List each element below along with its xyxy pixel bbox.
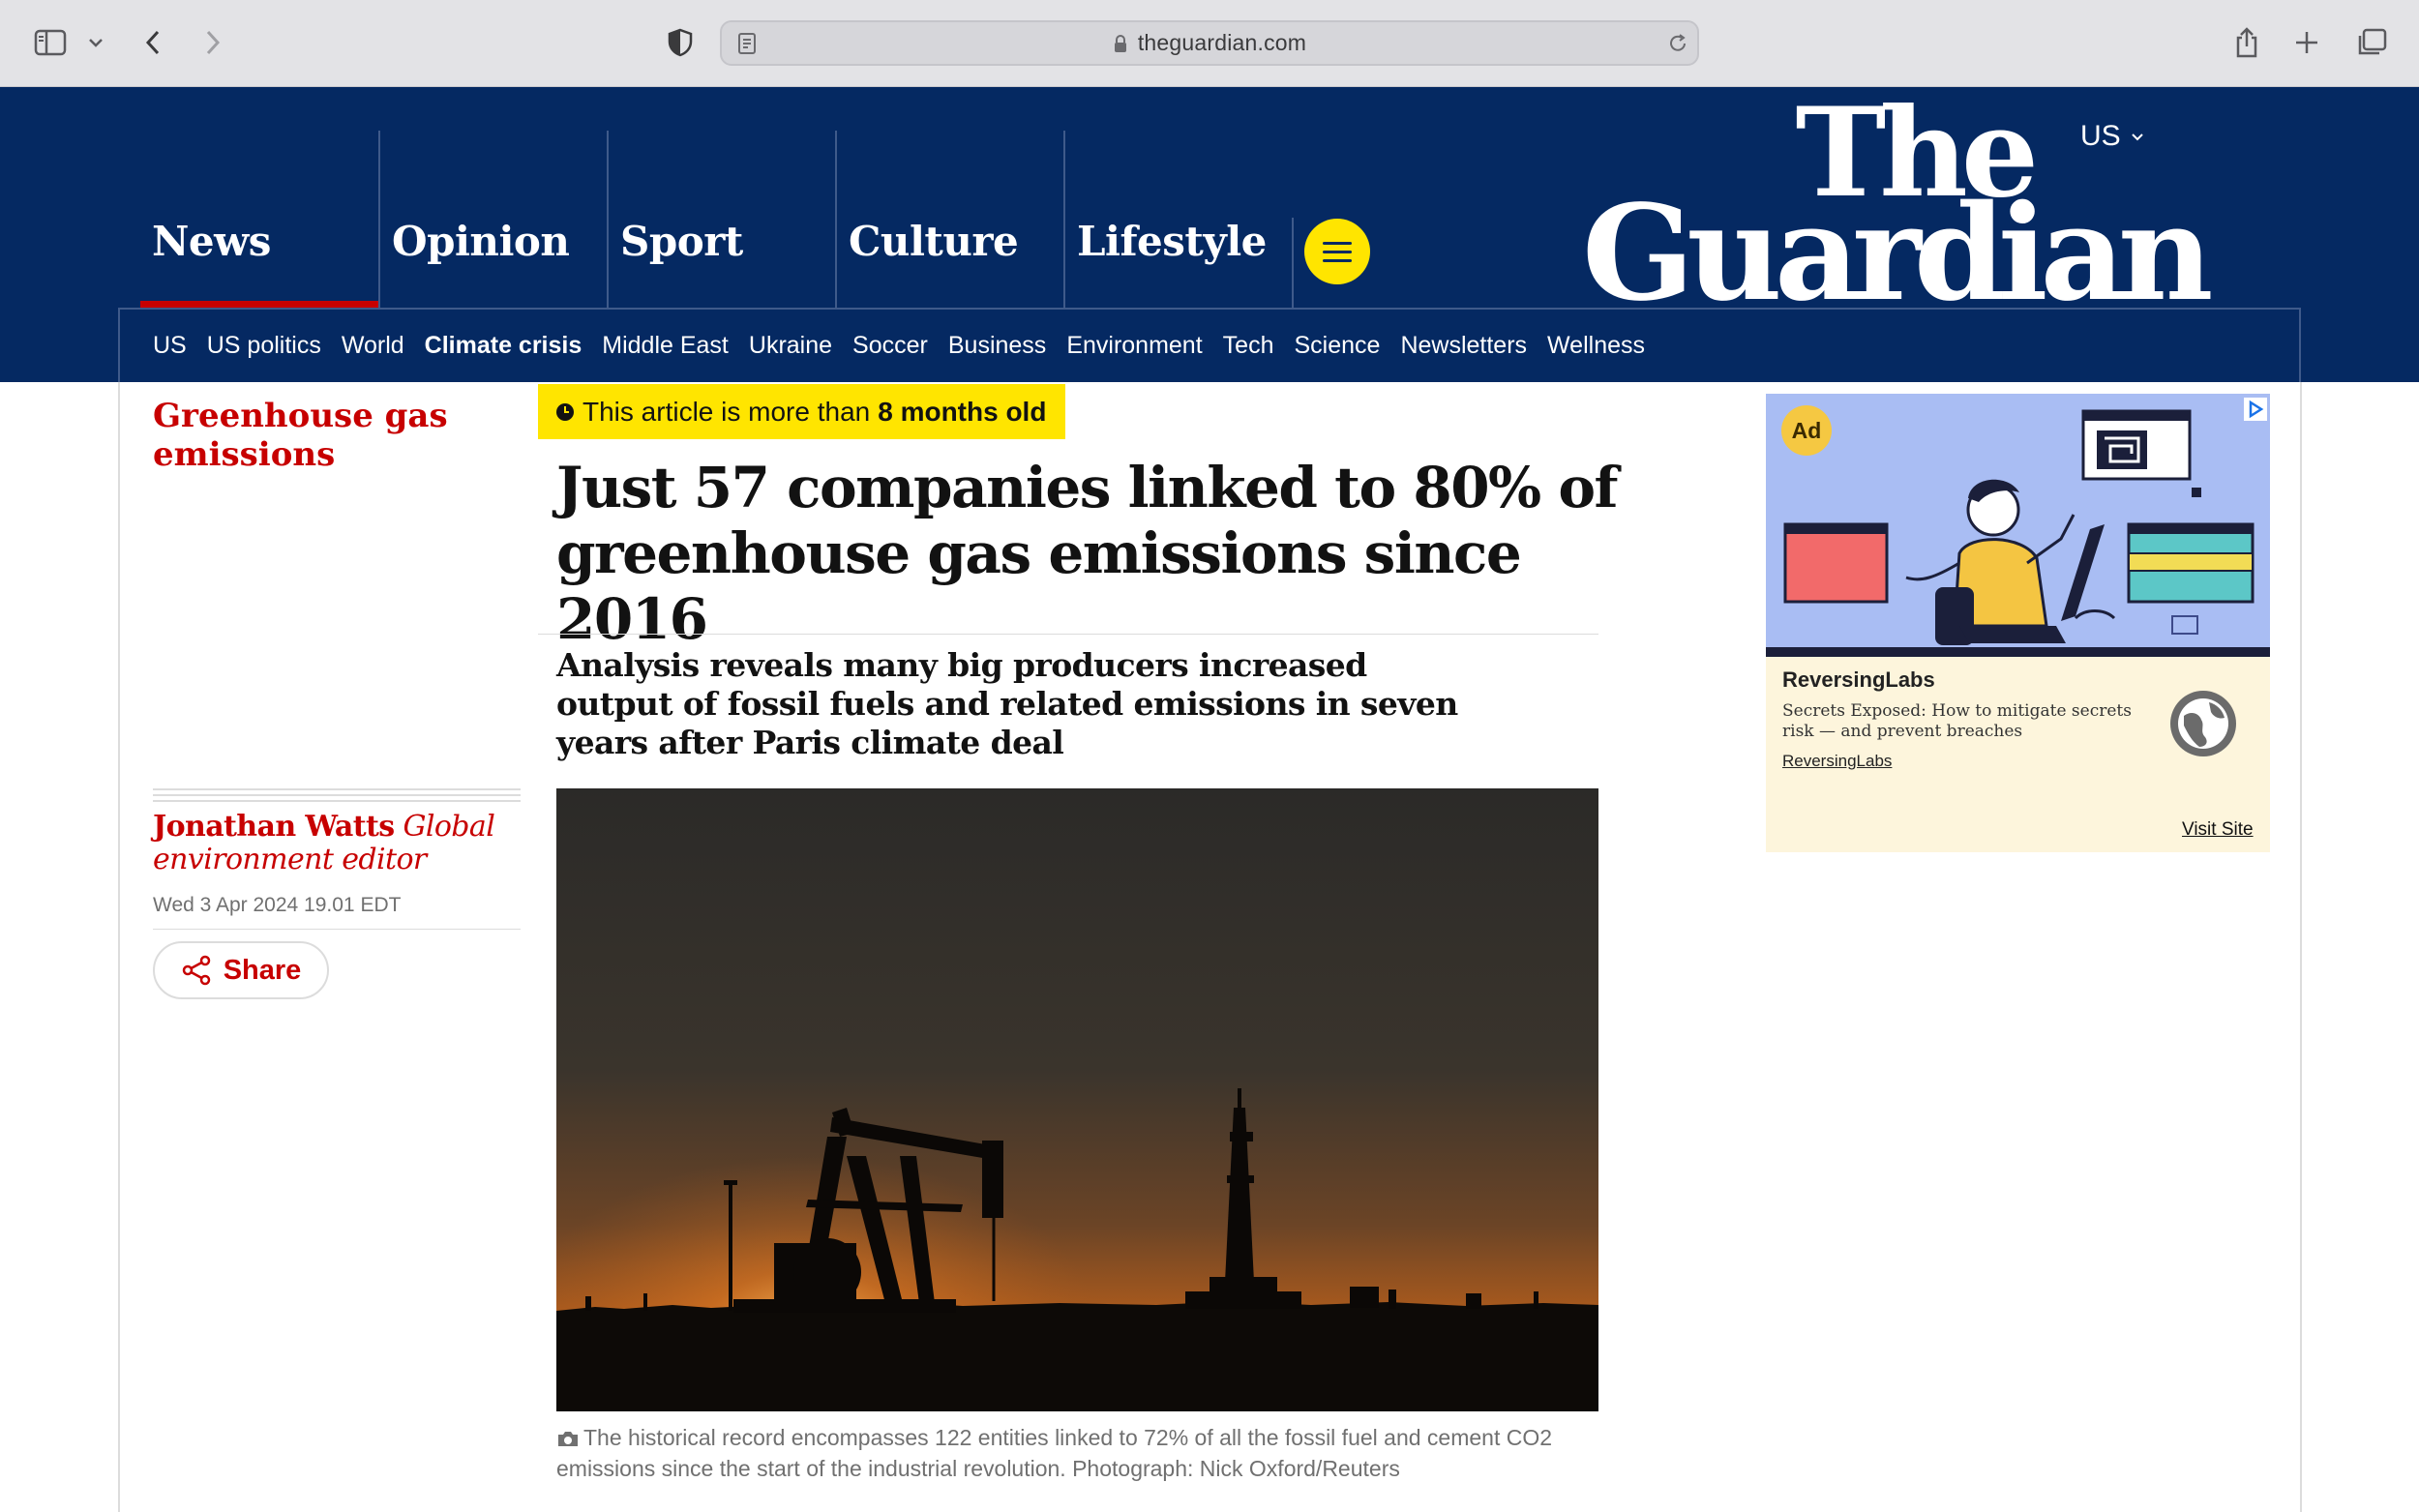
subnav-item-science[interactable]: Science: [1294, 332, 1380, 360]
visit-site-link[interactable]: Visit Site: [2182, 819, 2254, 841]
globe-icon: [2170, 691, 2236, 756]
new-tab-icon[interactable]: [2291, 27, 2322, 58]
url-text: theguardian.com: [1137, 30, 1307, 55]
chevron-down-icon: [2132, 133, 2143, 141]
pillar-divider: [1292, 218, 1294, 308]
content-border-right: [2300, 382, 2302, 1512]
sidebar-toggle-icon[interactable]: [31, 25, 70, 60]
byline-divider: [153, 788, 521, 806]
pillar-culture[interactable]: Culture: [835, 131, 1063, 308]
ad-advertiser-name: ReversingLabs: [1782, 667, 1935, 692]
section-subnav: US US politics World Climate crisis Midd…: [118, 308, 2301, 382]
lock-icon: [1114, 34, 1126, 52]
advertisement[interactable]: Ad ReversingLabs Secrets Exposed: How to…: [1766, 394, 2270, 852]
chevron-down-icon[interactable]: [85, 31, 106, 54]
tab-overview-icon[interactable]: [2355, 26, 2388, 59]
divider: [538, 634, 1598, 635]
guardian-logo[interactable]: The Guardian: [1582, 92, 2214, 319]
divider: [153, 929, 521, 930]
share-button[interactable]: Share: [153, 941, 329, 999]
browser-toolbar: theguardian.com: [0, 0, 2419, 87]
address-bar[interactable]: theguardian.com: [720, 20, 1699, 66]
subnav-item-newsletters[interactable]: Newsletters: [1400, 332, 1527, 360]
pillar-news[interactable]: News: [140, 131, 378, 308]
pillar-opinion[interactable]: Opinion: [378, 131, 607, 308]
subnav-item-environment[interactable]: Environment: [1066, 332, 1202, 360]
edition-selector[interactable]: US: [2080, 120, 2144, 153]
hamburger-icon: [1323, 241, 1352, 245]
privacy-shield-icon[interactable]: [664, 25, 697, 60]
camera-icon: [558, 1432, 578, 1446]
share-sheet-icon[interactable]: [2231, 23, 2262, 62]
subnav-item-climate-crisis[interactable]: Climate crisis: [425, 332, 582, 360]
pillar-sport[interactable]: Sport: [607, 131, 835, 308]
subnav-item-world[interactable]: World: [342, 332, 404, 360]
forward-icon[interactable]: [197, 25, 228, 60]
subnav-item-middle-east[interactable]: Middle East: [602, 332, 729, 360]
article-age-notice: This article is more than 8 months old: [538, 384, 1066, 439]
author-name[interactable]: Jonathan Watts: [153, 810, 395, 844]
subnav-item-wellness[interactable]: Wellness: [1547, 332, 1645, 360]
subnav-item-tech[interactable]: Tech: [1223, 332, 1274, 360]
ad-advertiser-link[interactable]: ReversingLabs: [1782, 752, 1892, 771]
ad-badge: Ad: [1781, 405, 1832, 456]
publish-date: Wed 3 Apr 2024 19.01 EDT: [153, 894, 402, 916]
subnav-item-us[interactable]: US: [153, 332, 187, 360]
section-kicker[interactable]: Greenhouse gas emissions: [153, 397, 501, 474]
back-icon[interactable]: [137, 25, 168, 60]
subnav-item-ukraine[interactable]: Ukraine: [749, 332, 832, 360]
article-headline: Just 57 companies linked to 80% of green…: [556, 455, 1619, 652]
subnav-item-soccer[interactable]: Soccer: [852, 332, 928, 360]
menu-button[interactable]: [1304, 219, 1370, 284]
byline: Jonathan Watts Global environment editor: [153, 811, 521, 876]
share-icon: [182, 955, 210, 986]
subnav-item-business[interactable]: Business: [948, 332, 1046, 360]
article-main-image[interactable]: [556, 788, 1598, 1411]
ad-copy: Secrets Exposed: How to mitigate secrets…: [1782, 701, 2132, 741]
subnav-item-us-politics[interactable]: US politics: [207, 332, 321, 360]
ad-illustration: [1766, 394, 2270, 657]
clock-icon: [556, 402, 574, 421]
image-caption: The historical record encompasses 122 en…: [556, 1425, 1553, 1481]
pillar-lifestyle[interactable]: Lifestyle: [1063, 131, 1292, 308]
adchoices-icon[interactable]: [2244, 398, 2267, 421]
article-standfirst: Analysis reveals many big producers incr…: [556, 646, 1458, 761]
content-border-left: [118, 382, 120, 1512]
reload-icon[interactable]: [1665, 31, 1690, 56]
